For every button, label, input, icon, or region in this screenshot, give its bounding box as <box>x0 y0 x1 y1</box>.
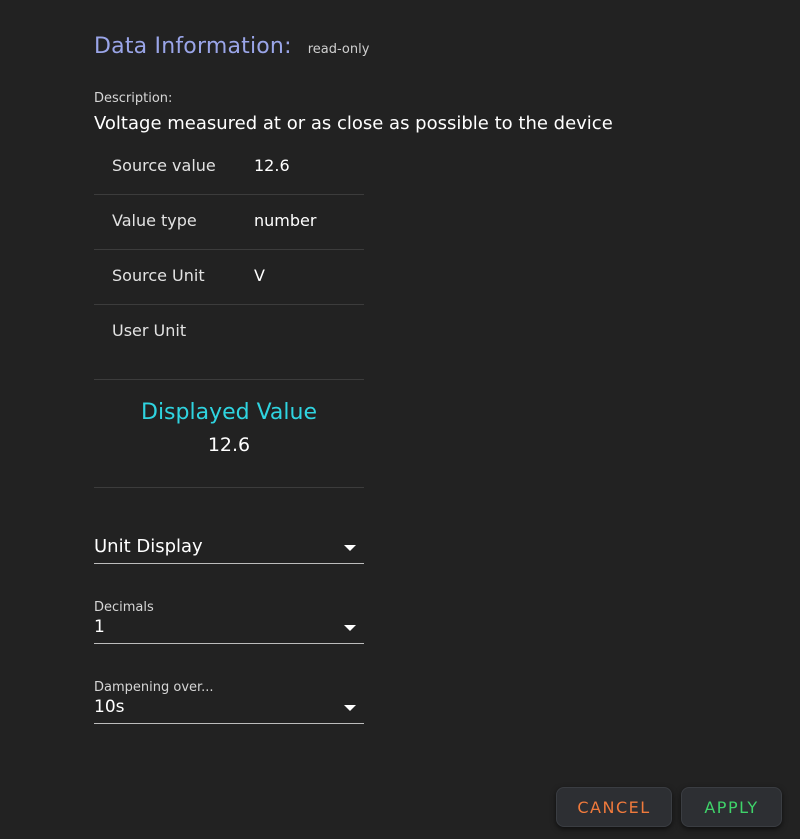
description-label: Description: <box>94 91 173 106</box>
source-value-label: Source value <box>112 156 216 175</box>
read-only-badge: read-only <box>307 42 370 57</box>
dampening-value: 10s <box>94 697 125 717</box>
unit-display-value: Unit Display <box>94 536 203 557</box>
dampening-label: Dampening over... <box>94 680 214 695</box>
displayed-value-panel: Displayed Value 12.6 <box>94 379 364 488</box>
dampening-select[interactable]: Dampening over... 10s <box>94 680 364 724</box>
user-unit-label: User Unit <box>112 321 187 340</box>
source-unit-label: Source Unit <box>112 266 205 285</box>
unit-display-select[interactable]: Unit Display <box>94 536 364 564</box>
decimals-value: 1 <box>94 617 105 637</box>
info-row-source-value: Source value 12.6 <box>94 140 364 195</box>
chevron-down-icon <box>344 705 356 711</box>
displayed-value-title: Displayed Value <box>141 400 317 425</box>
dialog-title: Data Information: <box>94 34 292 59</box>
chevron-down-icon <box>344 545 356 551</box>
cancel-button[interactable]: CANCEL <box>556 787 672 827</box>
chevron-down-icon <box>344 625 356 631</box>
data-information-dialog: Data Information: read-only Description:… <box>0 0 800 839</box>
value-type-label: Value type <box>112 211 197 230</box>
dialog-header: Data Information: read-only <box>94 34 369 59</box>
description-text: Voltage measured at or as close as possi… <box>94 113 613 134</box>
apply-button[interactable]: APPLY <box>681 787 782 827</box>
value-type: number <box>254 211 317 230</box>
info-row-value-type: Value type number <box>94 195 364 250</box>
info-row-user-unit: User Unit <box>94 305 364 380</box>
info-row-source-unit: Source Unit V <box>94 250 364 305</box>
info-table: Source value 12.6 Value type number Sour… <box>94 140 364 380</box>
source-value: 12.6 <box>254 156 290 175</box>
displayed-value: 12.6 <box>207 434 251 456</box>
source-unit: V <box>254 266 265 285</box>
decimals-select[interactable]: Decimals 1 <box>94 600 364 644</box>
decimals-label: Decimals <box>94 600 154 615</box>
